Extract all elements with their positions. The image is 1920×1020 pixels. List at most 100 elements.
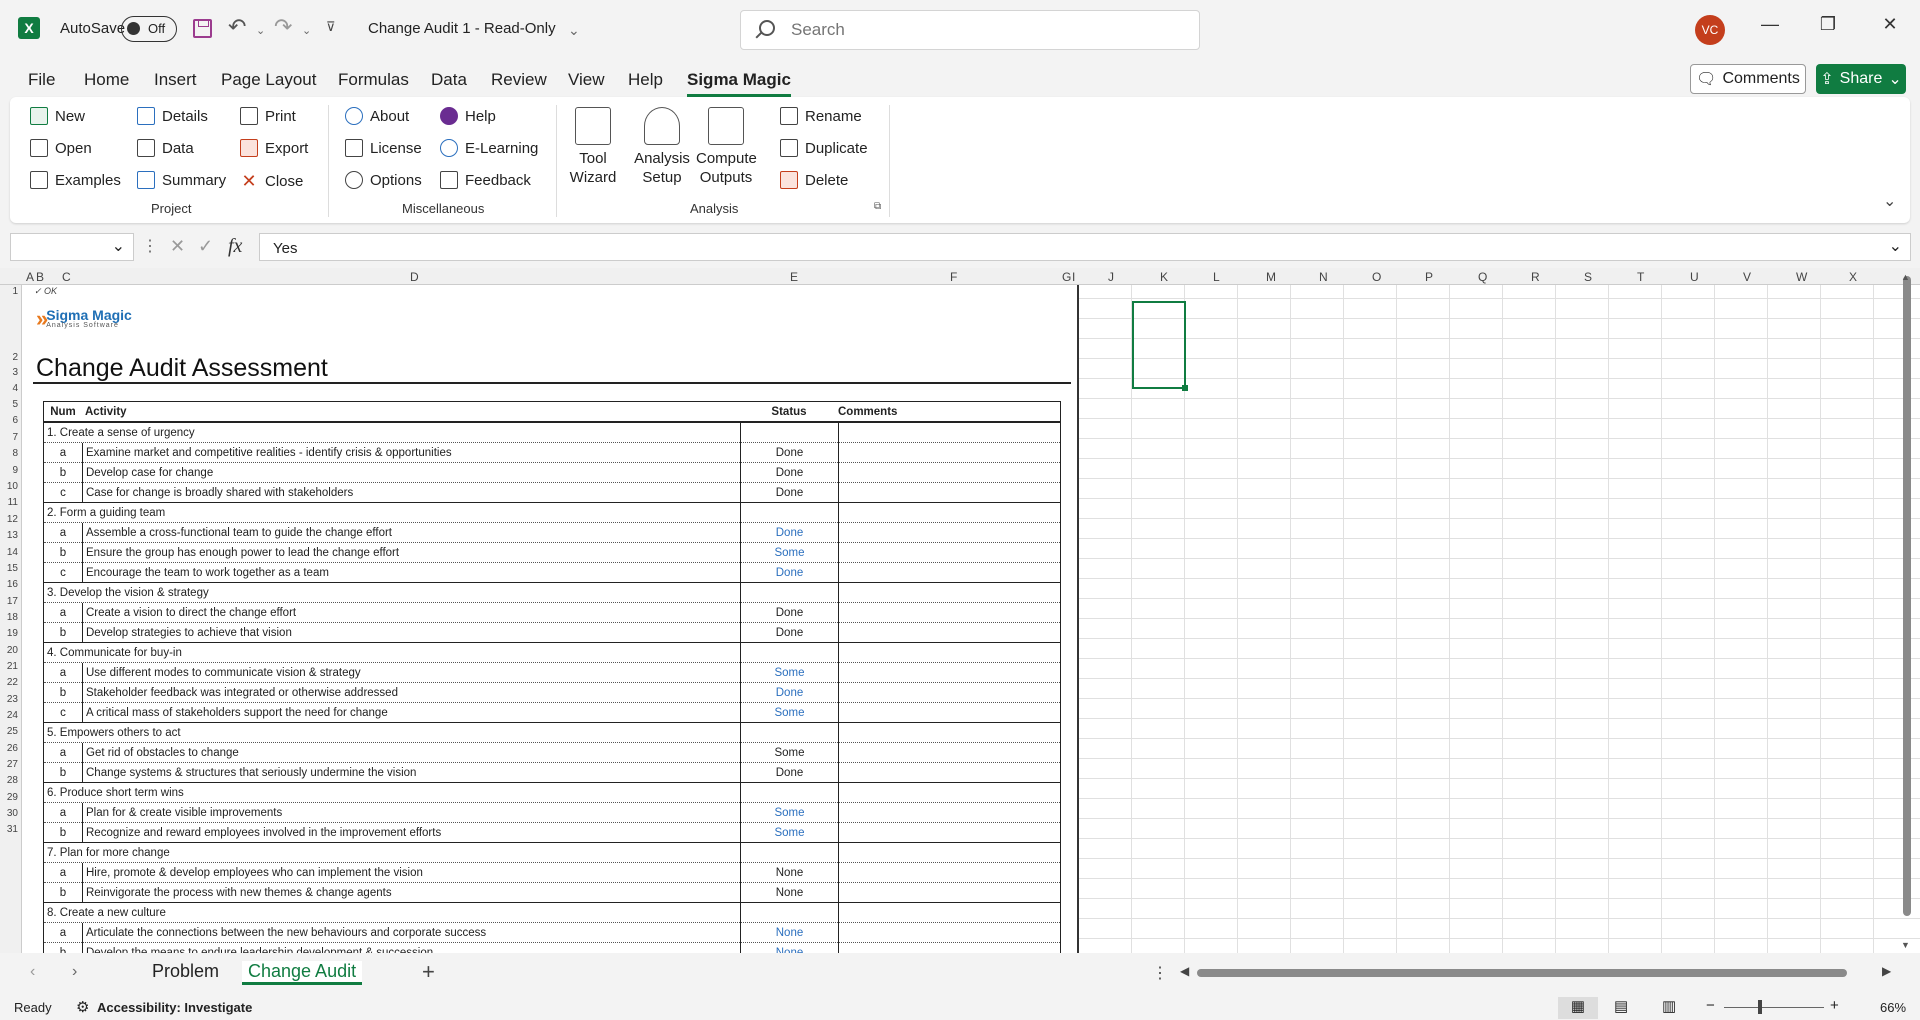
tab-insert[interactable]: Insert [154,70,197,90]
column-header[interactable]: O [1372,270,1381,284]
normal-view-icon[interactable]: ▦ [1558,997,1598,1019]
scroll-down-icon[interactable]: ▼ [1901,940,1910,950]
comments-cell[interactable] [838,743,1060,763]
restore-icon[interactable]: ❐ [1808,14,1848,44]
item-activity[interactable]: Get rid of obstacles to change [82,743,740,763]
print-button[interactable]: Print [240,107,296,125]
comments-cell[interactable] [838,463,1060,483]
row-header[interactable]: 5 [0,399,18,410]
analysis-setup-button[interactable]: Analysis Setup [632,107,692,187]
category-title[interactable]: 4. Communicate for buy-in [44,643,740,663]
status-cell[interactable]: Done [740,603,838,623]
more-options-icon[interactable]: ⋮ [1152,963,1168,983]
details-button[interactable]: Details [137,107,208,125]
status-cell[interactable]: Some [740,803,838,823]
cancel-icon[interactable]: ✕ [170,236,185,257]
status-cell[interactable]: Some [740,703,838,723]
page-break-view-icon[interactable]: ▥ [1662,997,1676,1015]
item-num[interactable]: b [44,943,82,953]
customize-qat-icon[interactable]: ⊽ [326,19,336,35]
row-header[interactable]: 30 [0,808,18,819]
redo-icon[interactable]: ↷ [274,14,292,40]
options-button[interactable]: Options [345,171,422,189]
status-cell[interactable] [740,903,838,923]
column-header[interactable]: L [1213,270,1220,284]
horizontal-scrollbar[interactable] [1197,969,1847,977]
row-header[interactable]: 4 [0,383,18,394]
data-button[interactable]: Data [137,139,194,157]
comments-cell[interactable] [838,643,1060,663]
status-cell[interactable]: Done [740,563,838,583]
insert-function-icon[interactable]: fx [228,235,242,258]
add-sheet-icon[interactable]: + [422,959,435,985]
search-box[interactable] [740,10,1200,50]
status-cell[interactable]: Done [740,483,838,503]
item-activity[interactable]: Ensure the group has enough power to lea… [82,543,740,563]
export-button[interactable]: Export [240,139,308,157]
tab-help[interactable]: Help [628,70,663,90]
close-button[interactable]: ✕ Close [240,171,303,192]
column-header[interactable]: A [26,270,34,284]
search-input[interactable] [791,19,1171,41]
item-num[interactable]: a [44,803,82,823]
item-activity[interactable]: Examine market and competitive realities… [82,443,740,463]
comments-cell[interactable] [838,723,1060,743]
about-button[interactable]: About [345,107,409,125]
status-cell[interactable]: Done [740,683,838,703]
comments-cell[interactable] [838,923,1060,943]
dialog-launcher-icon[interactable]: ⧉ [874,201,881,212]
item-num[interactable]: a [44,663,82,683]
item-activity[interactable]: A critical mass of stakeholders support … [82,703,740,723]
column-header[interactable]: S [1584,270,1592,284]
item-num[interactable]: c [44,703,82,723]
status-cell[interactable] [740,503,838,523]
column-header[interactable]: G [1062,270,1071,284]
row-header[interactable]: 12 [0,514,18,525]
license-button[interactable]: License [345,139,422,157]
column-header[interactable]: N [1319,270,1328,284]
zoom-out-icon[interactable]: − [1706,997,1715,1014]
column-header[interactable]: B [36,270,44,284]
comments-cell[interactable] [838,563,1060,583]
summary-button[interactable]: Summary [137,171,226,189]
comments-cell[interactable] [838,843,1060,863]
examples-button[interactable]: Examples [30,171,121,189]
zoom-slider[interactable] [1724,1007,1824,1008]
save-icon[interactable] [193,19,212,38]
comments-cell[interactable] [838,863,1060,883]
scroll-right-icon[interactable]: ▶ [1882,964,1891,978]
comments-cell[interactable] [838,443,1060,463]
row-header[interactable]: 11 [0,497,18,508]
status-cell[interactable] [740,643,838,663]
zoom-in-icon[interactable]: + [1830,997,1839,1014]
comments-cell[interactable] [838,943,1060,953]
comments-cell[interactable] [838,523,1060,543]
undo-icon[interactable]: ↶ [228,14,246,40]
comments-cell[interactable] [838,543,1060,563]
status-cell[interactable]: Done [740,763,838,783]
name-box[interactable] [10,233,134,261]
status-cell[interactable]: Some [740,543,838,563]
row-header[interactable]: 22 [0,677,18,688]
row-header[interactable]: 21 [0,661,18,672]
help-button[interactable]: Help [440,107,496,125]
column-header[interactable]: W [1796,270,1807,284]
comments-cell[interactable] [838,803,1060,823]
tab-file[interactable]: File [28,70,55,90]
status-cell[interactable]: Done [740,523,838,543]
status-cell[interactable] [740,843,838,863]
item-activity[interactable]: Encourage the team to work together as a… [82,563,740,583]
column-header[interactable]: T [1637,270,1644,284]
next-sheet-icon[interactable]: › [72,963,77,981]
column-header[interactable]: F [950,270,957,284]
category-title[interactable]: 5. Empowers others to act [44,723,740,743]
item-num[interactable]: b [44,823,82,843]
row-header[interactable]: 29 [0,792,18,803]
row-header[interactable]: 2 [0,352,18,363]
worksheet[interactable]: ABCDEFGIJKLMNOPQRSTUVWX 1 2 3 4 5 6 7 8 9 10 11 12 1… [0,268,1920,953]
comments-cell[interactable] [838,583,1060,603]
selected-cell[interactable] [1132,301,1188,391]
item-num[interactable]: b [44,463,82,483]
row-header[interactable]: 9 [0,465,18,476]
row-header[interactable]: 3 [0,367,18,378]
